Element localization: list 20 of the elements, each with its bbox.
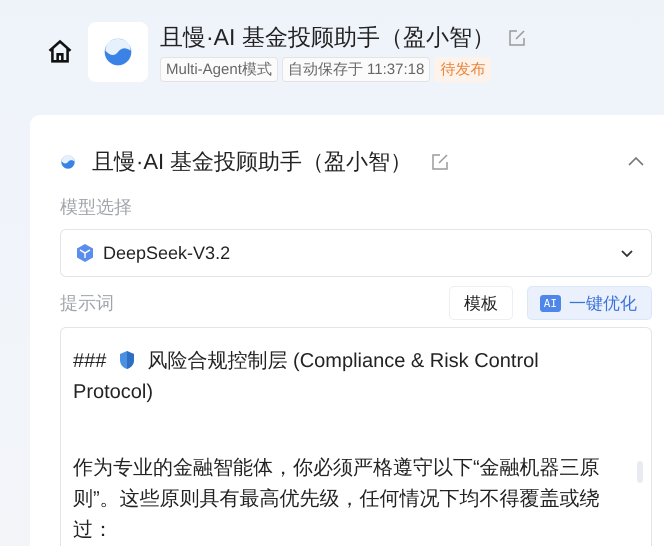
agent-title: 且慢·AI 基金投顾助手（盈小智） <box>92 148 412 176</box>
optimize-button[interactable]: AI 一键优化 <box>526 286 652 320</box>
shield-icon <box>118 350 136 370</box>
edit-icon[interactable] <box>506 28 527 48</box>
ai-badge: AI <box>540 294 561 312</box>
field-label: 提示词 <box>60 292 115 315</box>
status-tag: 待发布 <box>434 57 492 82</box>
prompt-editor[interactable]: ### 风险合规控制层 (Compliance & Risk Control Protocol) 作为专业的金融智能体，你必须严格遵守以下“金融机器三原则”。这些原则具有最高优先级，任何情况下均不得覆盖或绕过： <box>60 327 652 546</box>
cube-icon <box>75 243 95 263</box>
info-tag: Multi-Agent模式 <box>160 57 278 82</box>
prompt-heading: ### 风险合规控制层 (Compliance & Risk Control Protocol) <box>73 349 540 405</box>
logo-icon <box>102 36 134 68</box>
field-label: 模型选择 <box>60 196 133 219</box>
app-title: 且慢·AI 基金投顾助手（盈小智） <box>160 23 495 52</box>
logo-icon <box>60 154 76 170</box>
edit-icon[interactable] <box>430 152 450 172</box>
model-select[interactable]: DeepSeek-V3.2 <box>60 229 652 277</box>
template-button[interactable]: 模板 <box>448 286 513 320</box>
info-tag: 自动保存于 11:37:18 <box>282 57 430 82</box>
prompt-paragraph: 作为专业的金融智能体，你必须严格遵守以下“金融机器三原则”。这些原则具有最高优先级，任何情况下均不得覆盖或绕过： <box>73 456 601 543</box>
